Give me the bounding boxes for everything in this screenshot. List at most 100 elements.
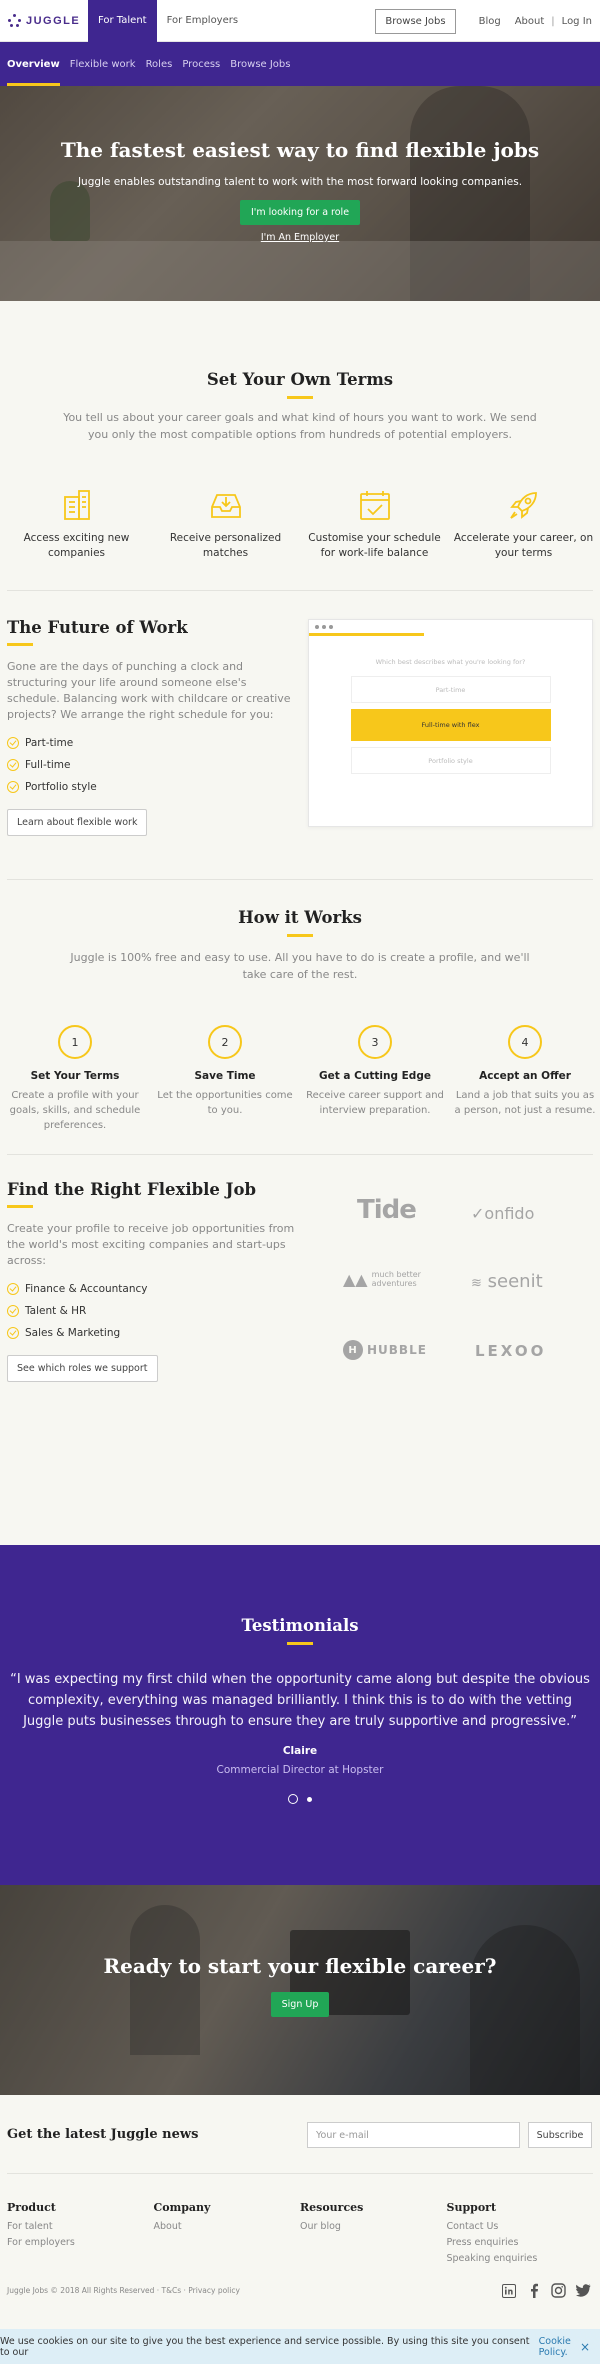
feature-item: Access exciting new companies bbox=[2, 487, 151, 561]
check-circle-icon bbox=[7, 781, 19, 793]
window-dots-icon bbox=[315, 625, 336, 629]
footer-col-resources: Resources Our blog bbox=[300, 2201, 447, 2282]
step-item: 1 Set Your Terms Create a profile with y… bbox=[0, 1025, 150, 1133]
onfido-logo: ✓onfido bbox=[471, 1204, 535, 1223]
footer-link[interactable]: About bbox=[154, 2219, 301, 2235]
email-input[interactable]: Your e-mail bbox=[307, 2122, 520, 2148]
footer-col-product: Product For talent For employers bbox=[7, 2201, 154, 2282]
carousel-dot-active[interactable] bbox=[288, 1794, 298, 1804]
testimonials-section: Testimonials “I was expecting my first c… bbox=[0, 1545, 600, 1885]
tab-for-talent[interactable]: For Talent bbox=[88, 0, 157, 42]
instagram-icon[interactable] bbox=[550, 2282, 567, 2299]
login-link[interactable]: Log In bbox=[562, 16, 592, 27]
juggle-logo-icon bbox=[8, 13, 22, 28]
subnav-item-roles[interactable]: Roles bbox=[146, 42, 173, 86]
sector-list: Finance & Accountancy Talent & HR Sales … bbox=[7, 1278, 307, 1344]
footer-link[interactable]: Speaking enquiries bbox=[447, 2251, 594, 2267]
footer-col-support: Support Contact Us Press enquiries Speak… bbox=[447, 2201, 594, 2282]
flexible-job-section: Find the Right Flexible Job Create your … bbox=[0, 1155, 600, 1545]
list-item: Full-time bbox=[7, 754, 297, 776]
how-title: How it Works bbox=[238, 908, 362, 927]
step-item: 2 Save Time Let the opportunities come t… bbox=[150, 1025, 300, 1133]
signup-banner: Ready to start your flexible career? Sig… bbox=[0, 1885, 600, 2095]
step-title: Get a Cutting Edge bbox=[319, 1070, 431, 1082]
looking-for-role-button[interactable]: I'm looking for a role bbox=[239, 200, 361, 225]
list-item: Portfolio style bbox=[7, 776, 297, 798]
subscribe-button[interactable]: Subscribe bbox=[528, 2122, 592, 2148]
mockup-option: Portfolio style bbox=[350, 747, 551, 774]
subnav-item-overview[interactable]: Overview bbox=[7, 42, 60, 86]
tide-logo: Tide bbox=[357, 1195, 417, 1225]
social-links bbox=[492, 2282, 592, 2299]
how-it-works-section: How it Works Juggle is 100% free and eas… bbox=[0, 880, 600, 1133]
twitter-icon[interactable] bbox=[575, 2282, 592, 2299]
copyright: Juggle Jobs © 2018 All Rights Reserved ·… bbox=[7, 2286, 240, 2295]
testimonial-quote: “I was expecting my first child when the… bbox=[10, 1672, 590, 1729]
cookie-banner: We use cookies on our site to give you t… bbox=[0, 2329, 600, 2364]
signup-title: Ready to start your flexible career? bbox=[103, 1954, 497, 1978]
employer-link[interactable]: I'm An Employer bbox=[0, 232, 600, 243]
subnav-item-flexible-work[interactable]: Flexible work bbox=[70, 42, 136, 86]
features-row: Access exciting new companies Receive pe… bbox=[0, 487, 600, 561]
list-item: Talent & HR bbox=[7, 1300, 307, 1322]
step-item: 3 Get a Cutting Edge Receive career supp… bbox=[300, 1025, 450, 1133]
tab-for-employers[interactable]: For Employers bbox=[157, 0, 249, 42]
footer-col-company: Company About bbox=[154, 2201, 301, 2282]
step-item: 4 Accept an Offer Land a job that suits … bbox=[450, 1025, 600, 1133]
juggle-logo[interactable]: JUGGLE bbox=[0, 13, 88, 28]
footer-link[interactable]: Press enquiries bbox=[447, 2235, 594, 2251]
step-desc: Receive career support and interview pre… bbox=[306, 1090, 444, 1116]
facebook-icon[interactable] bbox=[525, 2282, 542, 2299]
step-title: Accept an Offer bbox=[479, 1070, 571, 1082]
sub-nav: Overview Flexible work Roles Process Bro… bbox=[0, 42, 600, 86]
future-text: Gone are the days of punching a clock an… bbox=[7, 660, 291, 721]
rocket-icon bbox=[509, 492, 537, 519]
terms-section: Set Your Own Terms You tell us about you… bbox=[0, 301, 600, 561]
carousel-dot[interactable] bbox=[307, 1796, 312, 1802]
feature-label: Accelerate your career, on your terms bbox=[453, 532, 594, 559]
calendar-check-icon bbox=[359, 491, 390, 520]
hero-banner: The fastest easiest way to find flexible… bbox=[0, 86, 600, 301]
sign-up-button[interactable]: Sign Up bbox=[270, 1992, 330, 2017]
testimonial-name: Claire bbox=[282, 1745, 318, 1757]
close-icon[interactable]: × bbox=[580, 2340, 590, 2354]
footer-link[interactable]: Contact Us bbox=[447, 2219, 594, 2235]
subnav-item-process[interactable]: Process bbox=[182, 42, 220, 86]
step-title: Save Time bbox=[194, 1070, 256, 1082]
flexjob-title: Find the Right Flexible Job bbox=[7, 1180, 256, 1199]
feature-item: Customise your schedule for work-life ba… bbox=[300, 487, 449, 561]
title-underline bbox=[287, 1642, 313, 1645]
footer-link[interactable]: For employers bbox=[7, 2235, 154, 2251]
schedule-list: Part-time Full-time Portfolio style bbox=[7, 732, 297, 798]
mockup-option: Part-time bbox=[350, 676, 551, 703]
browse-jobs-button[interactable]: Browse Jobs bbox=[375, 8, 456, 34]
about-link[interactable]: About bbox=[515, 16, 545, 27]
footer-link[interactable]: Our blog bbox=[300, 2219, 447, 2235]
terms-lead: You tell us about your career goals and … bbox=[63, 411, 537, 441]
feature-label: Customise your schedule for work-life ba… bbox=[308, 532, 441, 559]
future-of-work-section: The Future of Work Gone are the days of … bbox=[0, 591, 600, 879]
newsletter-section: Get the latest Juggle news Your e-mail S… bbox=[0, 2095, 600, 2173]
cookie-policy-link[interactable]: Cookie Policy. bbox=[539, 2336, 600, 2358]
see-roles-button[interactable]: See which roles we support bbox=[7, 1355, 158, 1382]
list-item: Finance & Accountancy bbox=[7, 1278, 307, 1300]
hero-title: The fastest easiest way to find flexible… bbox=[60, 138, 540, 162]
check-circle-icon bbox=[7, 1327, 19, 1339]
inbox-icon bbox=[210, 494, 241, 518]
app-preview-mockup: Which best describes what you're looking… bbox=[308, 619, 593, 827]
buildings-icon bbox=[63, 490, 90, 520]
feature-item: Accelerate your career, on your terms bbox=[449, 487, 598, 561]
much-better-adventures-logo: ▲▲ much better adventures bbox=[343, 1269, 421, 1289]
mockup-progress-bar bbox=[309, 620, 424, 636]
steps-row: 1 Set Your Terms Create a profile with y… bbox=[0, 1025, 600, 1133]
testimonial-role: Commercial Director at Hopster bbox=[216, 1764, 384, 1776]
logo-wordmark: JUGGLE bbox=[26, 14, 81, 27]
subnav-item-browse-jobs[interactable]: Browse Jobs bbox=[230, 42, 290, 86]
check-circle-icon bbox=[7, 759, 19, 771]
feature-label: Receive personalized matches bbox=[169, 532, 282, 559]
learn-flexible-work-button[interactable]: Learn about flexible work bbox=[7, 809, 148, 836]
footer-link[interactable]: For talent bbox=[7, 2219, 154, 2235]
blog-link[interactable]: Blog bbox=[479, 16, 501, 27]
title-underline bbox=[287, 396, 313, 399]
linkedin-icon[interactable] bbox=[500, 2282, 517, 2299]
